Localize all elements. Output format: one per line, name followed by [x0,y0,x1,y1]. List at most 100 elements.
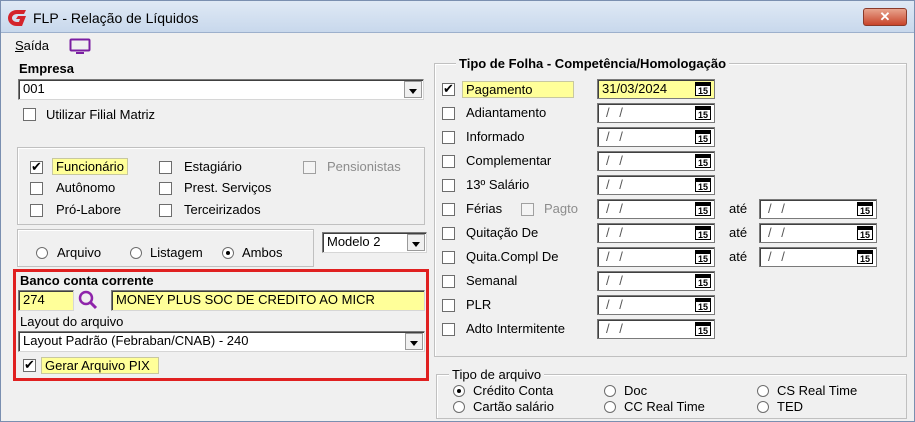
quita-compl-de-date-input[interactable]: / / 15 [597,247,715,267]
ferias-ate-date-input[interactable]: / / 15 [759,199,877,219]
credito-conta-label: Crédito Conta [473,383,554,398]
cs-real-time-label: CS Real Time [777,383,858,398]
menu-saida-rest: aída [23,38,49,53]
semanal-date-value: / / [606,273,626,288]
plr-date-input[interactable]: / / 15 [597,295,715,315]
semanal-date-input[interactable]: / / 15 [597,271,715,291]
informado-date-input[interactable]: / / 15 [597,127,715,147]
adto-intermitente-date-input[interactable]: / / 15 [597,319,715,339]
informado-date-value: / / [606,129,626,144]
prest-servicos-checkbox[interactable] [159,182,172,195]
calendar-icon[interactable]: 15 [857,202,873,216]
plr-checkbox[interactable] [442,299,455,312]
autonomo-label: Autônomo [56,180,116,195]
adiantamento-checkbox[interactable] [442,107,455,120]
adto-intermitente-checkbox[interactable] [442,323,455,336]
autonomo-checkbox[interactable] [30,182,43,195]
pagamento-date-value: 31/03/2024 [602,81,668,96]
complementar-date-value: / / [606,153,626,168]
complementar-date-input[interactable]: / / 15 [597,151,715,171]
calendar-icon[interactable]: 15 [695,322,711,336]
calendar-icon[interactable]: 15 [695,250,711,264]
quita-compl-de-date-value: / / [606,249,626,264]
window: FLP - Relação de Líquidos ✕ Saída Empres… [0,0,915,422]
doc-label: Doc [624,383,648,398]
quita-compl-de-ate-date-value: / / [768,249,788,264]
ambos-radio[interactable] [222,247,234,259]
adiantamento-date-input[interactable]: / / 15 [597,103,715,123]
quitacao-de-date-input[interactable]: / / 15 [597,223,715,243]
credito-conta-radio[interactable] [453,385,465,397]
funcionario-checkbox[interactable] [30,159,43,174]
modelo-value: Modelo 2 [327,234,381,249]
close-button[interactable]: ✕ [863,8,907,26]
semanal-label: Semanal [466,273,518,288]
quita-compl-de-checkbox[interactable] [442,251,455,264]
informado-checkbox[interactable] [442,131,455,144]
13-salario-label: 13º Salário [466,177,530,192]
13-salario-checkbox[interactable] [442,179,455,192]
ferias-ate-date-value: / / [768,201,788,216]
estagiario-label: Estagiário [184,159,242,174]
arquivo-radio[interactable] [36,247,48,259]
quita-compl-de-label: Quita.Compl De [466,249,559,264]
ferias-date-input[interactable]: / / 15 [597,199,715,219]
empresa-value: 001 [23,81,45,96]
complementar-checkbox[interactable] [442,155,455,168]
13-salario-date-value: / / [606,177,626,192]
cartao-salario-radio[interactable] [453,401,465,413]
semanal-checkbox[interactable] [442,275,455,288]
pro-labore-checkbox[interactable] [30,204,43,217]
pagamento-date-input[interactable]: 31/03/2024 15 [597,79,715,99]
calendar-icon[interactable]: 15 [695,82,711,96]
ted-radio[interactable] [757,401,769,413]
cartao-salario-label: Cartão salário [473,399,554,414]
calendar-icon[interactable]: 15 [857,250,873,264]
tipo-folha-title: Tipo de Folha - Competência/Homologação [456,56,730,71]
pagamento-checkbox[interactable] [442,81,455,96]
ferias-label: Férias [466,201,503,216]
menu-bar: Saída [1,34,914,56]
calendar-icon[interactable]: 15 [695,106,711,120]
adto-intermitente-date-value: / / [606,321,626,336]
empresa-select[interactable]: 001 [18,79,424,100]
calendar-icon[interactable]: 15 [695,274,711,288]
informado-label: Informado [466,129,525,144]
calendar-icon[interactable]: 15 [695,154,711,168]
pensionistas-label: Pensionistas [327,159,401,174]
cc-real-time-radio[interactable] [604,401,616,413]
listagem-label: Listagem [150,245,203,260]
calendar-icon[interactable]: 15 [695,298,711,312]
monitor-icon[interactable] [69,38,91,55]
cc-real-time-label: CC Real Time [624,399,705,414]
calendar-icon[interactable]: 15 [857,226,873,240]
quitacao-de-ate-date-input[interactable]: / / 15 [759,223,877,243]
app-logo-icon [8,10,26,26]
quita-compl-de-ate-label: até [729,249,748,264]
ferias-checkbox[interactable] [442,203,455,216]
calendar-icon[interactable]: 15 [695,226,711,240]
quitacao-de-label: Quitação De [466,225,539,240]
calendar-icon[interactable]: 15 [695,130,711,144]
terceirizados-checkbox[interactable] [159,204,172,217]
modelo-select[interactable]: Modelo 2 [322,232,427,253]
empresa-label: Empresa [19,61,74,76]
chevron-down-icon[interactable] [407,234,425,251]
chevron-down-icon[interactable] [404,81,422,98]
estagiario-checkbox[interactable] [159,161,172,174]
13-salario-date-input[interactable]: / / 15 [597,175,715,195]
ferias-ate-label: até [729,201,748,216]
window-title: FLP - Relação de Líquidos [33,10,199,26]
listagem-radio[interactable] [130,247,142,259]
utilizar-filial-checkbox[interactable] [23,108,36,121]
adto-intermitente-label: Adto Intermitente [466,321,565,336]
calendar-icon[interactable]: 15 [695,202,711,216]
menu-saida[interactable]: Saída [15,38,49,53]
quita-compl-de-ate-date-input[interactable]: / / 15 [759,247,877,267]
doc-radio[interactable] [604,385,616,397]
ted-label: TED [777,399,803,414]
quitacao-de-checkbox[interactable] [442,227,455,240]
ambos-label: Ambos [242,245,283,260]
calendar-icon[interactable]: 15 [695,178,711,192]
cs-real-time-radio[interactable] [757,385,769,397]
